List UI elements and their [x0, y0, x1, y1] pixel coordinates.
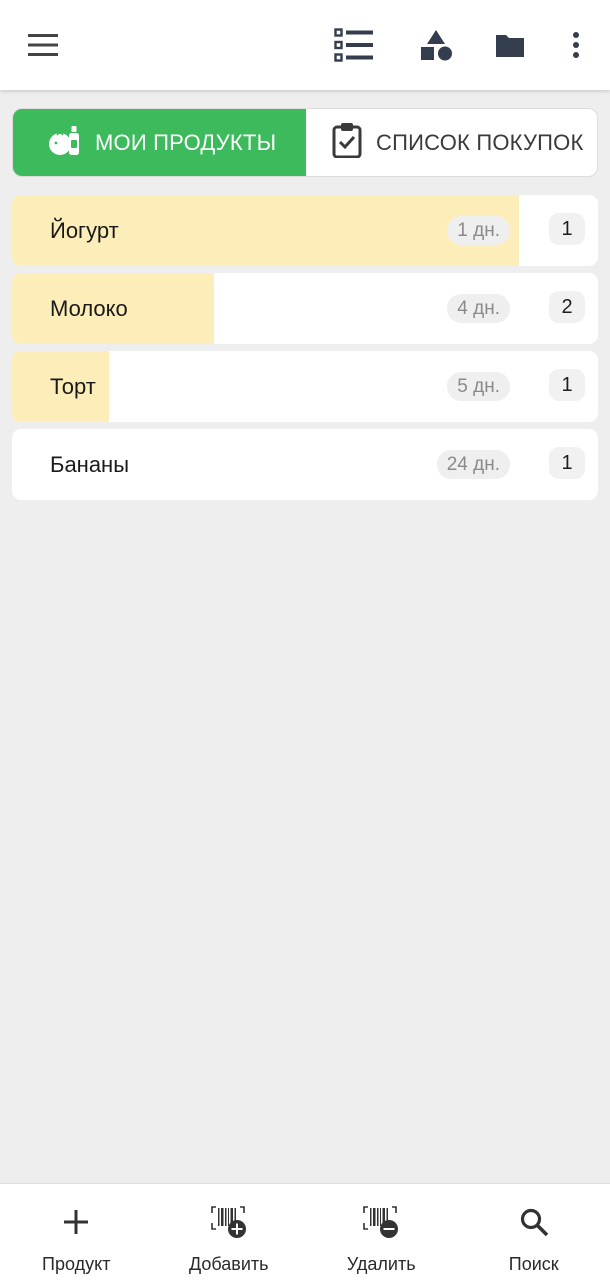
top-app-bar — [0, 0, 610, 90]
tab-my-products-label: МОИ ПРОДУКТЫ — [95, 129, 277, 155]
quantity-badge: 1 — [549, 447, 585, 479]
tab-shopping-list[interactable]: СПИСОК ПОКУПОК — [306, 109, 597, 176]
product-list: Йогурт 1 дн. 1 Молоко 4 дн. 2 Торт 5 дн. 1 Бананы… — [12, 195, 598, 507]
product-name: Молоко — [50, 296, 128, 321]
folder-icon[interactable] — [490, 25, 530, 65]
quantity-badge: 1 — [549, 369, 585, 401]
quantity-badge: 1 — [549, 213, 585, 245]
plus-icon — [63, 1204, 89, 1240]
barcode-remove-icon — [362, 1204, 400, 1240]
tab-my-products[interactable]: МОИ ПРОДУКТЫ — [13, 109, 306, 176]
product-row[interactable]: Торт 5 дн. 1 — [12, 351, 598, 422]
menu-icon[interactable] — [23, 25, 63, 65]
shapes-icon[interactable] — [416, 25, 456, 65]
scan-add-button[interactable]: Добавить — [153, 1184, 306, 1280]
days-left-badge: 1 дн. — [447, 216, 510, 245]
days-left-badge: 24 дн. — [436, 450, 510, 479]
app-root: МОИ ПРОДУКТЫ СПИСОК ПОКУПОК Йогурт 1 дн. 1… — [0, 0, 610, 1280]
segment-tabs: МОИ ПРОДУКТЫ СПИСОК ПОКУПОК — [12, 108, 598, 177]
scan-remove-button[interactable]: Удалить — [305, 1184, 458, 1280]
nav-label-add: Добавить — [188, 1254, 269, 1274]
product-name: Бананы — [50, 452, 130, 477]
more-vert-icon[interactable] — [556, 25, 596, 65]
days-left-badge: 4 дн. — [447, 294, 510, 323]
product-name: Йогурт — [50, 218, 119, 243]
search-button[interactable]: Поиск — [458, 1184, 610, 1280]
bottom-nav: Продукт Добавить Удалить Поиск — [0, 1183, 610, 1280]
product-name: Торт — [50, 374, 96, 399]
add-product-button[interactable]: Продукт — [0, 1184, 153, 1280]
list-icon[interactable] — [334, 25, 374, 65]
nav-label-search: Поиск — [508, 1254, 559, 1274]
barcode-add-icon — [210, 1204, 248, 1240]
days-left-badge: 5 дн. — [447, 372, 510, 401]
search-icon — [519, 1204, 549, 1240]
product-row[interactable]: Бананы 24 дн. 1 — [12, 429, 598, 500]
product-row[interactable]: Йогурт 1 дн. 1 — [12, 195, 598, 266]
clipboard-check-icon — [332, 122, 362, 163]
nav-label-remove: Удалить — [346, 1254, 416, 1274]
groceries-icon — [47, 123, 81, 162]
quantity-badge: 2 — [549, 291, 585, 323]
product-row[interactable]: Молоко 4 дн. 2 — [12, 273, 598, 344]
tab-shopping-list-label: СПИСОК ПОКУПОК — [376, 129, 584, 155]
nav-label-product: Продукт — [42, 1254, 111, 1274]
